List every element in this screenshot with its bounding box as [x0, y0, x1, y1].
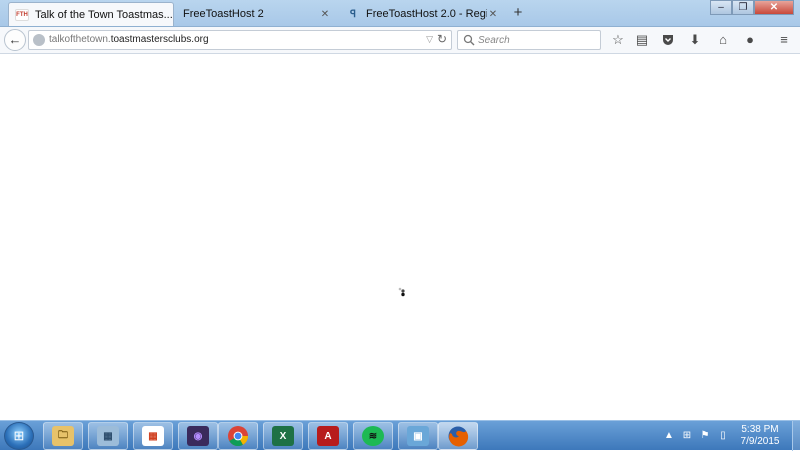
- reload-icon[interactable]: ↻: [437, 32, 447, 46]
- window-controls: – ❐ ✕: [710, 0, 794, 15]
- show-desktop-button[interactable]: [792, 421, 800, 451]
- url-dropdown-icon[interactable]: ▽: [426, 34, 433, 45]
- taskbar-app-excel[interactable]: X: [263, 422, 303, 450]
- close-window-button[interactable]: ✕: [754, 0, 794, 15]
- start-button[interactable]: ⊞: [4, 422, 34, 450]
- tab-strip: FTH Talk of the Town Toastmas... FreeToa…: [0, 0, 800, 27]
- tab-label: Talk of the Town Toastmas...: [35, 8, 173, 21]
- taskbar-app-photo-viewer[interactable]: ▣: [398, 422, 438, 450]
- taskbar: ⊞ 🗀 ▦ ▦ ◉ X A ≋ ▣ ▲ ⊞ ⚑ ▯ 5:38 PM 7/9/20…: [0, 420, 800, 451]
- excel-icon: X: [272, 426, 294, 446]
- taskbar-app-chrome[interactable]: [218, 422, 258, 450]
- search-placeholder: Search: [478, 35, 510, 46]
- menu-icon[interactable]: ≡: [775, 31, 793, 49]
- taskbar-app-calculator[interactable]: ▦: [88, 422, 128, 450]
- close-tab-icon[interactable]: ✕: [487, 9, 499, 20]
- navigation-toolbar: ← talkofthetown.toastmastersclubs.org ▽ …: [0, 27, 800, 54]
- taskbar-app-acrobat[interactable]: A: [308, 422, 348, 450]
- close-tab-icon[interactable]: ✕: [319, 9, 331, 20]
- taskbar-app-file-explorer[interactable]: 🗀: [43, 422, 83, 450]
- clock-date: 7/9/2015: [740, 436, 780, 447]
- folder-icon: 🗀: [52, 426, 74, 446]
- url-bar[interactable]: talkofthetown.toastmastersclubs.org ▽ ↻: [28, 30, 452, 50]
- action-center-icon[interactable]: ⚑: [698, 430, 712, 442]
- url-host: toastmastersclubs.org: [110, 34, 209, 45]
- show-hidden-icons-icon[interactable]: ▲: [662, 430, 676, 442]
- taskbar-app-spotify[interactable]: ≋: [353, 422, 393, 450]
- pocket-icon[interactable]: [659, 31, 677, 49]
- system-clock[interactable]: 5:38 PM 7/9/2015: [735, 424, 785, 448]
- tab-favicon: FTH: [15, 8, 29, 21]
- tab-freetoasthost-2[interactable]: FreeToastHost 2 ✕: [177, 2, 337, 26]
- search-bar[interactable]: Search: [457, 30, 601, 50]
- site-identity-icon[interactable]: [33, 34, 45, 46]
- bookmarks-menu-icon[interactable]: ▤: [633, 31, 651, 49]
- firefox-icon: [448, 426, 469, 447]
- chat-icon[interactable]: ●: [741, 31, 759, 49]
- taskbar-app-media[interactable]: ◉: [178, 422, 218, 450]
- windows-flag-icon[interactable]: ⊞: [680, 430, 694, 442]
- home-icon[interactable]: ⌂: [714, 31, 732, 49]
- loading-cursor-icon: [398, 287, 405, 297]
- tab-label: FreeToastHost 2.0 - Regist...: [366, 8, 487, 20]
- tab-favicon: ꟼ: [349, 8, 357, 20]
- bookmark-star-icon[interactable]: ☆: [609, 31, 627, 49]
- network-icon[interactable]: ▯: [716, 430, 730, 442]
- back-button[interactable]: ←: [4, 29, 26, 51]
- tab-freetoasthost-registration[interactable]: ꟼ FreeToastHost 2.0 - Regist... ✕: [340, 2, 505, 26]
- taskbar-app-firefox[interactable]: [438, 422, 478, 450]
- url-prefix: talkofthetown.: [49, 34, 111, 45]
- search-icon: [463, 34, 475, 46]
- downloads-icon[interactable]: ⬇: [686, 31, 704, 49]
- minimize-button[interactable]: –: [710, 0, 732, 15]
- acrobat-icon: A: [317, 426, 339, 446]
- page-content: [0, 55, 800, 420]
- photo-viewer-icon: ▣: [407, 426, 429, 446]
- tab-talk-of-the-town[interactable]: FTH Talk of the Town Toastmas...: [8, 2, 174, 26]
- tab-label: FreeToastHost 2: [183, 8, 264, 20]
- spotify-icon: ≋: [362, 426, 384, 446]
- media-app-icon: ◉: [187, 426, 209, 446]
- calculator-icon: ▦: [97, 426, 119, 446]
- maximize-button[interactable]: ❐: [732, 0, 754, 15]
- chrome-icon: [228, 426, 249, 447]
- taskbar-app-grid[interactable]: ▦: [133, 422, 173, 450]
- new-tab-button[interactable]: +: [510, 5, 526, 21]
- url-text: talkofthetown.toastmastersclubs.org: [49, 34, 209, 45]
- clock-time: 5:38 PM: [741, 424, 779, 435]
- apps-grid-icon: ▦: [142, 426, 164, 446]
